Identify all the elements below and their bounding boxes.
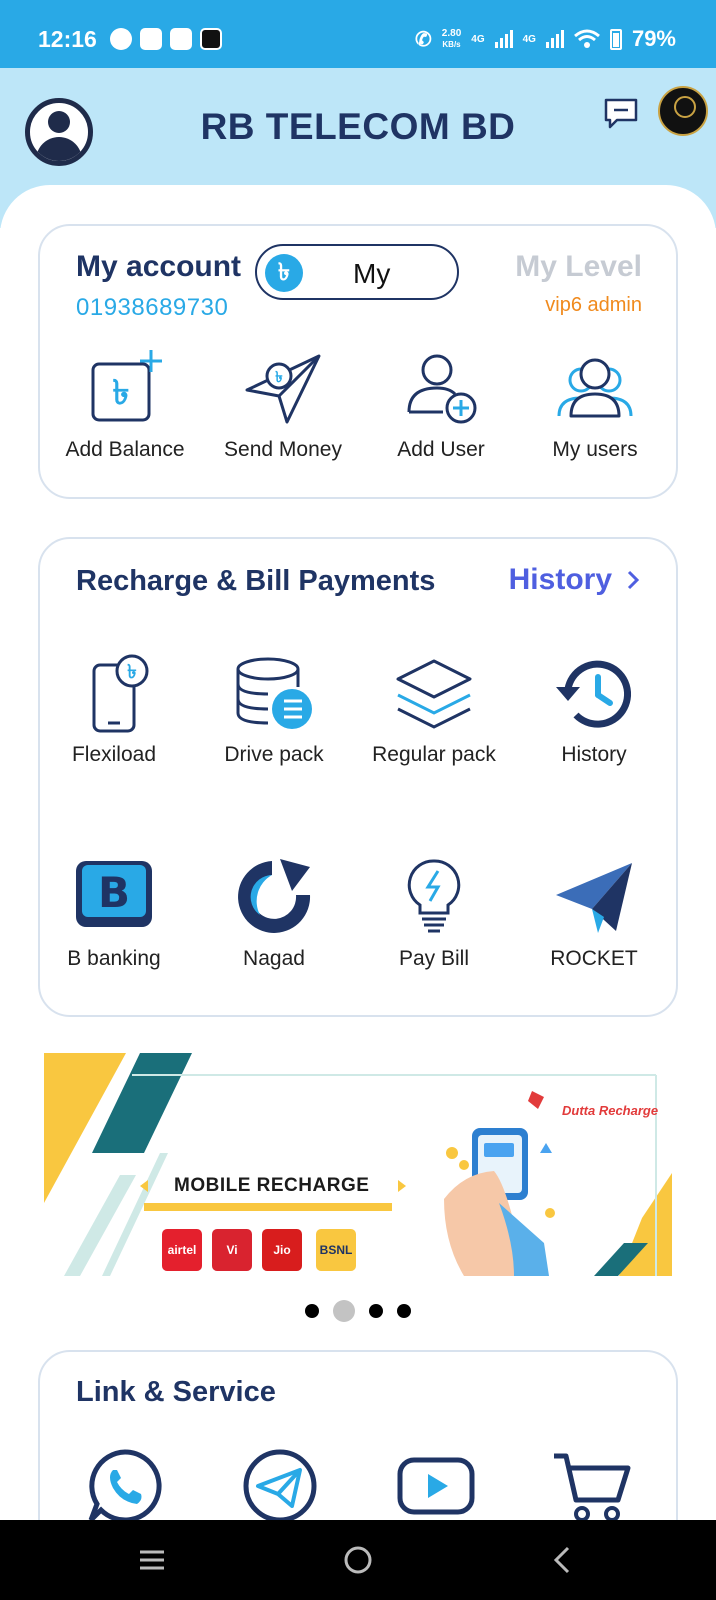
- back-icon[interactable]: [544, 1540, 584, 1580]
- carousel-dot[interactable]: [369, 1304, 383, 1318]
- brand-logo[interactable]: [658, 86, 708, 136]
- operator-bsnl: BSNL: [316, 1229, 356, 1271]
- chat-bubble-icon[interactable]: [603, 96, 639, 132]
- banner-title: MOBILE RECHARGE: [174, 1175, 370, 1196]
- svg-text:৳: ৳: [275, 368, 283, 386]
- history-clock-icon: [556, 660, 632, 728]
- nagad-button[interactable]: Nagad: [195, 855, 353, 971]
- level-value: vip6 admin: [545, 294, 642, 316]
- flexiload-button[interactable]: ৳ Flexiload: [35, 651, 193, 767]
- carousel-dot[interactable]: [305, 1304, 319, 1318]
- drive-pack-label: Drive pack: [224, 743, 324, 766]
- flexiload-label: Flexiload: [71, 743, 157, 766]
- regular-pack-button[interactable]: Regular pack: [355, 651, 513, 767]
- recharge-title: Recharge & Bill Payments: [76, 565, 436, 597]
- youtube-icon[interactable]: [396, 1452, 476, 1522]
- operator-vi: Vi: [212, 1229, 252, 1271]
- system-nav-bar: [0, 1520, 716, 1600]
- mail-notification-icon: [140, 28, 162, 50]
- b-banking-button[interactable]: B B banking: [35, 855, 193, 971]
- b-banking-icon: B: [76, 861, 152, 927]
- telegram-icon[interactable]: [242, 1448, 318, 1524]
- status-bar: 12:16 ✆ 2.80 KB/s 4G 4G 79%: [0, 0, 716, 68]
- my-users-button[interactable]: My users: [516, 346, 674, 462]
- database-list-icon: [236, 657, 312, 729]
- svg-text:B: B: [98, 868, 130, 917]
- network-speed: 2.80 KB/s: [441, 28, 462, 49]
- signal-icon-2: [545, 30, 564, 48]
- status-app-icons: [110, 28, 222, 50]
- status-time: 12:16: [38, 26, 97, 52]
- operator-airtel: airtel: [162, 1229, 202, 1271]
- paper-plane-coin-icon: ৳: [245, 354, 321, 424]
- history-link[interactable]: History: [509, 563, 640, 597]
- banner-graphics: [44, 1053, 672, 1276]
- send-money-label: Send Money: [224, 438, 342, 461]
- wallet-add-icon: ৳: [91, 350, 162, 422]
- history-link-label: History: [508, 563, 612, 596]
- account-title: My account: [76, 250, 242, 283]
- users-group-icon: [557, 358, 633, 418]
- app-title: RB TELECOM BD: [200, 106, 516, 147]
- battery-icon: [609, 28, 622, 50]
- recharge-card: Recharge & Bill Payments History ৳ Flexi…: [38, 537, 678, 1017]
- app-notification-icon: [170, 28, 192, 50]
- carousel-dot-active[interactable]: [333, 1300, 355, 1322]
- add-user-label: Add User: [397, 438, 485, 461]
- pay-bill-label: Pay Bill: [398, 947, 470, 970]
- rocket-button[interactable]: ROCKET: [515, 855, 673, 971]
- network-type-2: 4G: [522, 33, 536, 45]
- chevron-right-icon: [627, 570, 640, 590]
- operator-jio: Jio: [262, 1229, 302, 1271]
- svg-text:৳: ৳: [127, 661, 136, 683]
- toggle-label: My: [353, 258, 391, 289]
- nagad-label: Nagad: [243, 947, 305, 970]
- rocket-label: ROCKET: [550, 947, 638, 970]
- history-label: History: [561, 743, 627, 766]
- home-icon[interactable]: [338, 1540, 378, 1580]
- phone-taka-icon: ৳: [92, 654, 149, 733]
- drive-pack-button[interactable]: Drive pack: [195, 651, 353, 767]
- add-user-icon: [407, 354, 477, 424]
- whatsapp-notification-icon: [110, 28, 132, 50]
- recent-apps-icon[interactable]: [132, 1540, 172, 1580]
- add-balance-label: Add Balance: [65, 438, 185, 461]
- carousel-dot[interactable]: [397, 1304, 411, 1318]
- user-avatar-icon[interactable]: [25, 98, 93, 166]
- add-balance-button[interactable]: ৳ Add Balance: [46, 346, 204, 462]
- balance-toggle[interactable]: ৳ My: [255, 244, 459, 300]
- pay-bill-button[interactable]: Pay Bill: [355, 855, 513, 971]
- rocket-plane-icon: [556, 863, 632, 933]
- carousel-indicator: [0, 1300, 716, 1322]
- app2-notification-icon: [200, 28, 222, 50]
- svg-text:৳: ৳: [113, 373, 130, 413]
- wifi-call-icon: ✆: [415, 28, 432, 51]
- banner-brand: Dutta Recharge: [562, 1103, 659, 1118]
- cart-icon[interactable]: [552, 1448, 632, 1528]
- send-money-button[interactable]: ৳ Send Money: [204, 346, 362, 462]
- b-banking-label: B banking: [67, 947, 161, 970]
- promo-banner[interactable]: MOBILE RECHARGE Dutta Recharge airtel Vi…: [44, 1053, 672, 1276]
- level-title: My Level: [515, 250, 642, 283]
- layers-icon: [396, 659, 472, 729]
- network-type-1: 4G: [471, 33, 485, 45]
- bulb-bill-icon: [407, 859, 461, 933]
- nagad-icon: [238, 859, 311, 933]
- account-phone: 01938689730: [76, 294, 229, 321]
- link-service-title: Link & Service: [76, 1376, 276, 1408]
- whatsapp-icon[interactable]: [87, 1448, 163, 1524]
- status-indicators: ✆ 2.80 KB/s 4G 4G 79%: [415, 26, 676, 52]
- taka-icon: ৳: [265, 254, 303, 292]
- account-card: My account 01938689730 ৳ My My Level vip…: [38, 224, 678, 499]
- add-user-button[interactable]: Add User: [362, 346, 520, 462]
- signal-icon: [494, 30, 513, 48]
- battery-percentage: 79%: [631, 26, 676, 51]
- regular-pack-label: Regular pack: [372, 743, 496, 766]
- history-button[interactable]: History: [515, 651, 673, 767]
- wifi-icon: [573, 29, 600, 48]
- my-users-label: My users: [552, 438, 638, 461]
